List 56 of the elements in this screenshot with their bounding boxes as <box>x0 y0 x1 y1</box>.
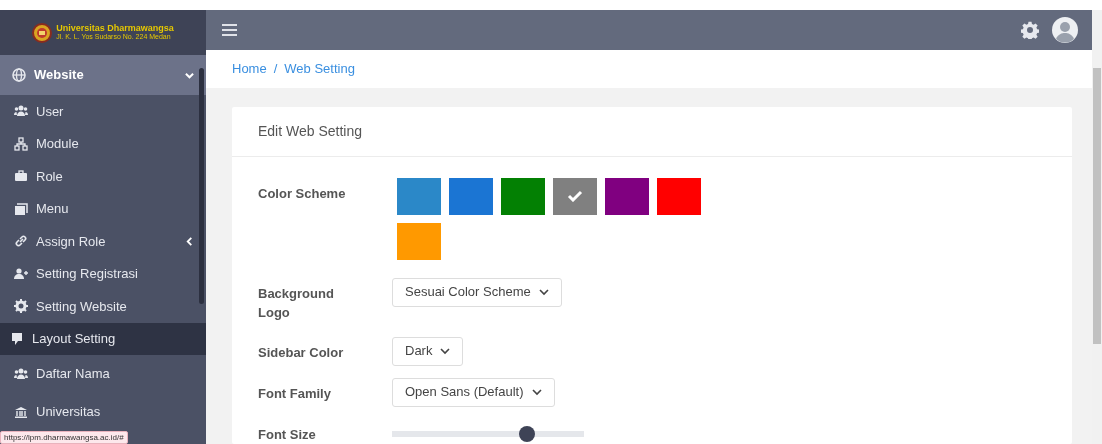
chevron-down-icon <box>440 347 451 355</box>
color-swatch[interactable] <box>397 177 441 215</box>
sidebar-item[interactable]: Setting Website <box>0 290 206 323</box>
briefcase-icon <box>14 169 28 184</box>
hierarchy-icon <box>14 136 28 151</box>
card-title: Edit Web Setting <box>232 106 1072 157</box>
color-swatch[interactable] <box>501 177 545 215</box>
breadcrumb-link[interactable]: Web Setting <box>284 58 355 79</box>
sidebar-item[interactable]: Module <box>0 127 206 160</box>
link-icon <box>14 234 28 249</box>
color-swatch[interactable] <box>553 177 597 215</box>
menu-icon[interactable] <box>222 23 237 36</box>
sidebar-item[interactable]: Setting Registrasi <box>0 257 206 290</box>
caret-icon <box>185 70 194 80</box>
users-icon <box>14 367 28 381</box>
brand-name: Universitas Dharmawangsa <box>56 23 174 33</box>
bank-icon <box>14 405 28 419</box>
sidebar-item[interactable]: Layout Setting <box>0 322 206 355</box>
chevron-down-icon <box>531 388 542 396</box>
sidebar-item[interactable]: User <box>0 95 206 128</box>
breadcrumb-link[interactable]: Home <box>232 58 267 79</box>
breadcrumb-separator: / <box>273 59 278 78</box>
chevron-down-icon <box>538 288 549 296</box>
color-swatch[interactable] <box>397 222 441 260</box>
check-icon <box>567 190 583 202</box>
gear-icon <box>14 299 28 314</box>
field-label: Color Scheme <box>258 184 347 203</box>
sidebar-item[interactable]: Website <box>0 55 206 95</box>
sidebar-item[interactable]: Assign Role <box>0 225 206 258</box>
sidebar-item[interactable]: Universitas <box>0 393 206 431</box>
page-scrollbar[interactable] <box>1092 10 1102 444</box>
comment-icon <box>10 331 24 346</box>
sidebar-scrollbar[interactable] <box>199 68 204 304</box>
color-swatch[interactable] <box>657 177 701 215</box>
field-label: Sidebar Color <box>258 343 345 362</box>
windows-icon <box>14 201 28 216</box>
sidebar-item[interactable]: Daftar Nama <box>0 355 206 393</box>
avatar-icon[interactable] <box>1052 16 1078 43</box>
link-url-tooltip: https://lpm.dharmawangsa.ac.id/# <box>0 431 128 444</box>
dropdown[interactable]: Sesuai Color Scheme <box>392 277 562 307</box>
users-icon <box>14 104 28 119</box>
university-emblem-icon <box>32 22 53 43</box>
globe-icon <box>12 68 26 82</box>
slider-thumb[interactable] <box>518 425 535 442</box>
color-swatch[interactable] <box>449 177 493 215</box>
caret-icon <box>185 236 194 246</box>
settings-icon[interactable] <box>1021 20 1039 39</box>
field-label: Background Logo <box>258 284 335 322</box>
dropdown[interactable]: Open Sans (Default) <box>392 377 555 407</box>
sidebar-item[interactable]: Menu <box>0 192 206 225</box>
user-plus-icon <box>14 266 28 281</box>
sidebar-item[interactable]: Role <box>0 160 206 193</box>
color-swatch[interactable] <box>605 177 649 215</box>
dropdown[interactable]: Dark <box>392 336 464 366</box>
field-label: Font Size <box>258 425 317 444</box>
field-label: Font Family <box>258 384 332 403</box>
